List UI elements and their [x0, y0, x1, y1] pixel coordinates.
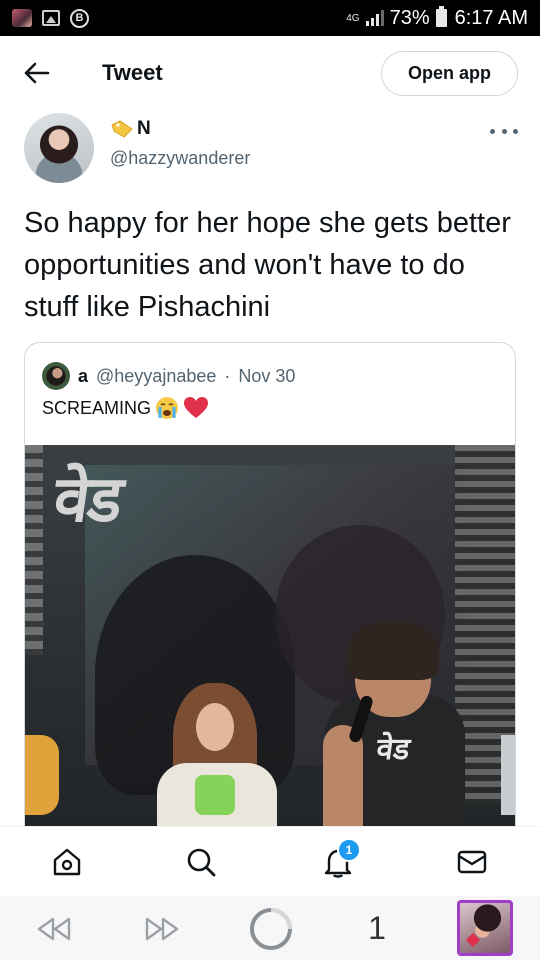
mail-icon [457, 850, 487, 874]
tab-count[interactable]: 1 [360, 908, 394, 948]
browser-toolbar: 1 [0, 896, 540, 960]
browser-back-button[interactable] [34, 914, 74, 944]
status-right: 4G 73% 6:17 AM [346, 6, 528, 30]
browser-forward-button[interactable] [142, 914, 182, 944]
tweet-header: Tweet Open app [0, 36, 540, 110]
search-icon [187, 848, 216, 877]
quoted-tweet-header: a @heyyajnabee · Nov 30 [42, 362, 295, 390]
quoted-author-name: a [78, 365, 89, 386]
browser-home-button[interactable] [248, 906, 294, 952]
circle-icon [250, 908, 292, 950]
rewind-icon [37, 917, 71, 941]
person-partial [25, 735, 59, 815]
woman-figure [196, 703, 234, 751]
tweet-text: So happy for her hope she gets better op… [24, 207, 511, 323]
profile-thumbnail[interactable] [457, 900, 513, 956]
page-title: Tweet [102, 60, 163, 85]
open-app-button[interactable]: Open app [381, 51, 518, 96]
person-partial [501, 735, 515, 815]
quoted-author-handle: @heyyajnabee [96, 365, 217, 386]
b-badge-icon: B [70, 8, 89, 28]
woman-figure [195, 775, 235, 815]
status-left: B [12, 8, 89, 28]
more-options-icon[interactable] [490, 124, 518, 138]
red-heart-icon [184, 397, 209, 418]
nav-search[interactable] [184, 845, 218, 879]
fast-forward-icon [145, 917, 179, 941]
battery-percent: 73% [389, 6, 430, 29]
stage-lights [25, 445, 43, 655]
signal-icon [365, 10, 384, 26]
network-type: 4G [346, 12, 360, 24]
quoted-tweet-text-row: SCREAMING [42, 396, 209, 420]
bottom-navigation: 1 [0, 826, 540, 896]
author-name: N [137, 118, 151, 139]
nav-messages[interactable] [455, 845, 489, 879]
app-notification-icon [12, 9, 32, 27]
man-figure [347, 620, 439, 680]
status-bar: B 4G 73% 6:17 AM [0, 0, 540, 36]
screen-logo-text: वेड [49, 463, 126, 535]
quoted-tweet-date: Nov 30 [238, 365, 296, 386]
clock: 6:17 AM [454, 6, 528, 29]
arrow-left-icon [24, 62, 50, 84]
battery-icon [435, 6, 447, 27]
notification-badge[interactable]: 1 [337, 838, 361, 862]
back-button[interactable] [22, 60, 52, 86]
quoted-author-avatar [42, 362, 70, 390]
quoted-tweet[interactable]: a @heyyajnabee · Nov 30 SCREAMING वेड वे… [24, 342, 516, 862]
quoted-tweet-text: SCREAMING [42, 397, 152, 418]
author-handle[interactable]: @hazzywanderer [110, 148, 250, 169]
crying-face-icon [156, 397, 179, 419]
home-icon [53, 848, 81, 876]
label-tag-icon [111, 120, 133, 138]
quoted-tweet-image[interactable]: वेड वेड [25, 445, 515, 861]
tshirt-logo-text: वेड [374, 733, 412, 766]
author-avatar[interactable] [24, 113, 94, 183]
author-name-row[interactable]: N [110, 118, 151, 140]
separator-dot: · [224, 365, 231, 386]
nav-home[interactable] [50, 845, 84, 879]
gallery-icon [42, 10, 60, 26]
